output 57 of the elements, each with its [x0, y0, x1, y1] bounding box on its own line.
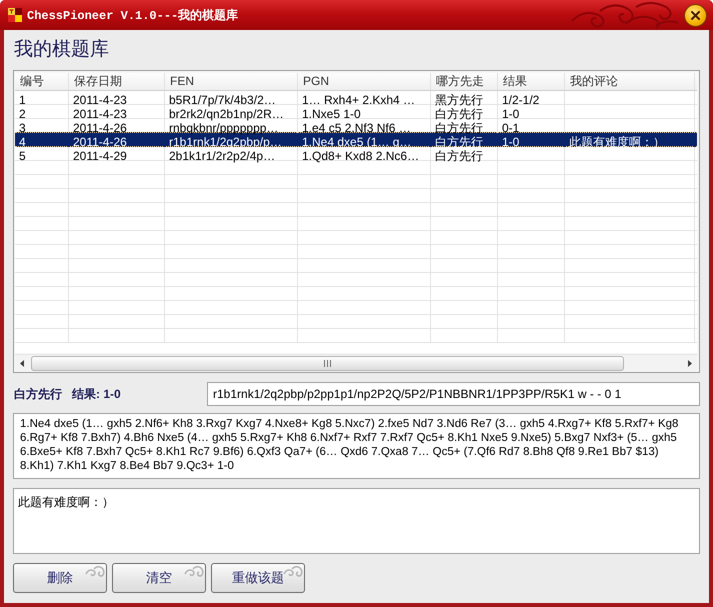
column-header[interactable]: PGN: [298, 73, 431, 90]
result-label: 结果: 1-0: [72, 386, 121, 402]
left-arrow-icon[interactable]: [20, 360, 24, 366]
action-button[interactable]: 重做该题: [211, 563, 305, 593]
swirl-ornament-icon: [184, 565, 204, 579]
table-cell-text: 2011-4-26: [72, 136, 127, 149]
table-row[interactable]: 1 2011-4-23 b5R1/7p/7k/4b3/2… 1… Rxh4+ 2.Kxh4 … 黑方先行 1/2-1/2: [15, 91, 697, 105]
table-cell-text: 2: [18, 108, 26, 121]
column-header[interactable]: 编号: [15, 73, 69, 90]
column-header[interactable]: FEN: [165, 73, 298, 90]
table-cell-text: 白方先行: [434, 150, 483, 163]
table-cell-text: 2011-4-29: [72, 150, 127, 163]
table-cell-text: 4: [18, 136, 26, 149]
table-cell-text: 1: [18, 94, 26, 107]
table-cell-text: 白方先行: [434, 108, 483, 121]
table-cell-text: 黑方先行: [434, 94, 483, 107]
swirl-ornament-icon: [85, 565, 105, 579]
table-cell-text: 2011-4-23: [72, 94, 127, 107]
right-arrow-icon[interactable]: [688, 360, 692, 366]
table-cell-text: rnbqkbnr/ppppppp…: [168, 122, 278, 135]
window-title: ChessPioneer V.1.0---我的棋题库: [27, 8, 238, 24]
table-cell-text: 5: [18, 150, 26, 163]
table-cell-text: 3: [18, 122, 26, 135]
side-to-move-label: 白方先行: [14, 386, 62, 402]
table-cell-text: 2011-4-23: [72, 108, 127, 121]
table-cell-text: br2rk2/qn2b1np/2R…: [168, 108, 284, 121]
table-cell-text: 1/2-1/2: [501, 94, 540, 107]
swirl-ornament-icon: [283, 565, 303, 579]
table-cell-text: 1.Qd8+ Kxd8 2.Nc6…: [301, 150, 420, 163]
grip-icon: [324, 360, 331, 366]
table-cell-text: r1b1rnk1/2q2pbp/p…: [168, 136, 282, 149]
table-cell-text: 2011-4-26: [72, 122, 127, 135]
close-button[interactable]: [684, 4, 707, 26]
table-cell-text: 1.Nxe5 1-0: [301, 108, 361, 121]
table-cell-text: 1.e4 c5 2.Nf3 Nf6 …: [301, 122, 411, 135]
comment-field[interactable]: 此题有难度啊：）: [13, 488, 700, 554]
action-button[interactable]: 清空: [112, 563, 206, 593]
column-header[interactable]: 结果: [498, 73, 565, 90]
close-icon: [691, 10, 700, 20]
table-cell-text: 0-1: [501, 122, 520, 135]
table-cell-text: 2b1k1r1/2r2p2/4p…: [168, 150, 276, 163]
scrollbar-thumb[interactable]: [31, 356, 624, 370]
table-cell-text: 1-0: [501, 108, 520, 121]
column-header[interactable]: 哪方先走: [431, 73, 498, 90]
column-header[interactable]: 我的评论: [565, 73, 695, 90]
app-icon: [8, 8, 22, 22]
horizontal-scrollbar[interactable]: [15, 354, 697, 371]
table-row[interactable]: 5 2011-4-29 2b1k1r1/2r2p2/4p… 1.Qd8+ Kxd8 2.Nc6… 白方先行: [15, 146, 697, 161]
page-heading: 我的棋题库: [14, 38, 109, 62]
pgn-text-area[interactable]: 1.Ne4 dxe5 (1… gxh5 2.Nf6+ Kh8 3.Rxg7 Kxg7 4.Nxe8+ Kg8 5.Nxc7) 2.fxe5 Nd7 3.Nd6 Re7 (3… gxh5 4.Rxg7+ Kf8 5.Rxf7+ Kg8 6.Rg7+ Kf8 7.Bxh7) 4.Bh6 Nxe5 (4… gxh5 5.Rxg7+ Kh8 6.Nxf7+ Rxf7 7.Rxf7 Qc5+ 8.Kh1 Nxe5 9.Nxe5) 5.Bxg7 Nxf3+ (5… gxh5 6.Bxe5+ Kf8 7.Bxh7 Qc5+ 8.Kh1 Rc7 9.Bf6) 6.Qxf3 Qa7+ (6… Qxd6 7.Qxa8 7… Qc5+ (7.Qf6 Rd7 8.Bh8 Qf8 9.Re1 Bb7 $13) 8.Kh1) 7.Kh1 Kxg7 8.Be4 Bb7 9.Qc3+ 1-0: [13, 413, 700, 479]
table-cell-text: 1… Rxh4+ 2.Kxh4 …: [301, 94, 416, 107]
table-cell-text: 1-0: [501, 136, 520, 149]
fen-field[interactable]: r1b1rnk1/2q2pbp/p2pp1p1/np2P2Q/5P2/P1NBBNR1/1PP3PP/R5K1 w - - 0 1: [207, 382, 700, 406]
table-cell-text: 白方先行: [434, 122, 483, 135]
table-cell-text: b5R1/7p/7k/4b3/2…: [168, 94, 276, 107]
column-header[interactable]: 保存日期: [69, 73, 165, 90]
action-button[interactable]: 删除: [13, 563, 107, 593]
